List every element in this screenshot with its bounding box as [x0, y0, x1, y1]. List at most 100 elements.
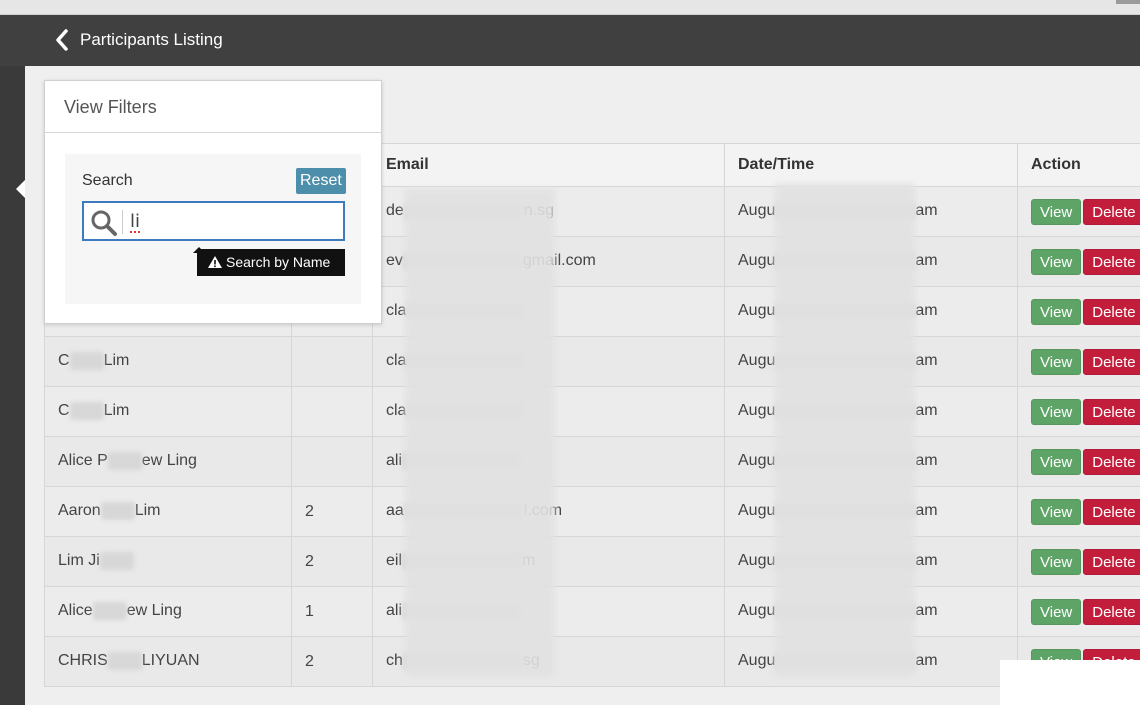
date-prefix: Augu: [738, 302, 776, 320]
date-prefix: Augu: [738, 452, 776, 470]
view-button[interactable]: View: [1031, 548, 1082, 575]
cell-team: [291, 336, 373, 387]
column-header-email[interactable]: Email: [372, 143, 725, 187]
name-suffix: ew Ling: [141, 452, 197, 470]
name-prefix: Alice: [58, 602, 93, 620]
search-input[interactable]: li: [82, 201, 345, 241]
cell-action: ViewDelete: [1017, 236, 1140, 287]
name-suffix: ew Ling: [126, 602, 182, 620]
name-suffix: Lim: [134, 502, 161, 520]
date-prefix: Augu: [738, 602, 776, 620]
date-prefix: Augu: [738, 202, 776, 220]
cell-name: CHRIS LIYUAN: [44, 636, 292, 687]
delete-button[interactable]: Delete: [1083, 598, 1140, 625]
view-button[interactable]: View: [1031, 498, 1082, 525]
tooltip-text: Search by Name: [226, 254, 331, 270]
cell-name: Lim Ji: [44, 536, 292, 587]
table-row: C Lim cla Augu am View Delete: [44, 386, 1140, 437]
search-label: Search: [82, 172, 133, 189]
cell-action: ViewDelete: [1017, 186, 1140, 237]
delete-button[interactable]: Delete: [1083, 548, 1140, 575]
table-row: Alice ew Ling 1 ali Augu am View Delete: [44, 586, 1140, 637]
email-prefix: ali: [386, 452, 403, 470]
cell-team: [291, 386, 373, 437]
cell-name: Aaron Lim: [44, 486, 292, 537]
view-button[interactable]: View: [1031, 298, 1082, 325]
cell-name: Alice ew Ling: [44, 586, 292, 637]
view-button[interactable]: View: [1031, 348, 1082, 375]
email-prefix: eil: [386, 552, 403, 570]
delete-button[interactable]: Delete: [1083, 198, 1140, 225]
date-prefix: Augu: [738, 552, 776, 570]
cell-team: 2: [291, 486, 373, 537]
browser-top-strip: [0, 0, 1140, 15]
team-text: 2: [305, 652, 314, 670]
cell-name: C Lim: [44, 336, 292, 387]
view-button[interactable]: View: [1031, 398, 1082, 425]
date-suffix: am: [915, 352, 938, 370]
view-button[interactable]: View: [1031, 198, 1082, 225]
filters-title: View Filters: [64, 97, 157, 117]
view-filters-panel: View Filters Search Reset li Search by N…: [44, 80, 382, 324]
table-row: AaronLim2aal.comAuguamViewDelete: [44, 486, 1140, 537]
delete-button[interactable]: Delete: [1083, 498, 1140, 525]
date-suffix: am: [915, 302, 938, 320]
cell-name: Alice P ew Ling: [44, 436, 292, 487]
cell-team: 1: [291, 586, 373, 637]
search-icon: [91, 210, 117, 236]
table-row: CHRISLIYUAN2chsgAuguamViewDelete: [44, 636, 1140, 687]
redacted-text: [69, 402, 104, 421]
email-prefix: cla: [386, 352, 407, 370]
date-prefix: Augu: [738, 502, 776, 520]
cell-action: ViewDelete: [1017, 586, 1140, 637]
redacted-text: [99, 552, 134, 571]
date-prefix: Augu: [738, 652, 776, 670]
page-header: Participants Listing: [0, 15, 1140, 66]
search-input-value: li: [130, 211, 141, 232]
email-prefix: cla: [386, 302, 407, 320]
redacted-text: [69, 352, 104, 371]
delete-button[interactable]: Delete: [1083, 448, 1140, 475]
date-suffix: am: [915, 652, 938, 670]
delete-button[interactable]: Delete: [1083, 398, 1140, 425]
cell-action: ViewDelete: [1017, 536, 1140, 587]
cell-team: [291, 436, 373, 487]
blank-overlay: [1000, 660, 1140, 705]
cell-action: ViewDelete: [1017, 336, 1140, 387]
redaction-blur: [775, 183, 915, 678]
name-prefix: Alice P: [58, 452, 108, 470]
email-prefix: ch: [386, 652, 403, 670]
view-button[interactable]: View: [1031, 598, 1082, 625]
date-suffix: am: [915, 202, 938, 220]
delete-button[interactable]: Delete: [1083, 348, 1140, 375]
team-text: 1: [305, 602, 314, 620]
reset-button[interactable]: Reset: [296, 168, 346, 194]
cell-team: 2: [291, 636, 373, 687]
date-prefix: Augu: [738, 402, 776, 420]
email-prefix: de: [386, 202, 404, 220]
delete-button[interactable]: Delete: [1083, 298, 1140, 325]
cell-action: ViewDelete: [1017, 286, 1140, 337]
collapsed-sidebar: [0, 66, 25, 705]
cell-team: 2: [291, 536, 373, 587]
view-button[interactable]: View: [1031, 248, 1082, 275]
date-prefix: Augu: [738, 352, 776, 370]
chevron-left-icon[interactable]: [54, 28, 70, 52]
column-header-datetime[interactable]: Date/Time: [724, 143, 1018, 187]
redacted-text: [107, 452, 142, 471]
page-title: Participants Listing: [80, 30, 223, 49]
caret-left-icon[interactable]: [16, 180, 25, 198]
table-row: Lim Ji2eilmAuguamViewDelete: [44, 536, 1140, 587]
delete-button[interactable]: Delete: [1083, 248, 1140, 275]
email-prefix: cla: [386, 402, 407, 420]
redacted-text: [100, 502, 135, 521]
redacted-text: [107, 652, 142, 671]
name-prefix: C: [58, 402, 70, 420]
filters-body: Search Reset li Search by Name: [65, 154, 361, 304]
email-prefix: aa: [386, 502, 404, 520]
email-prefix: ev: [386, 252, 403, 270]
name-suffix: Lim: [103, 402, 130, 420]
view-button[interactable]: View: [1031, 448, 1082, 475]
redaction-blur: [405, 188, 555, 678]
warning-icon: [208, 256, 222, 268]
